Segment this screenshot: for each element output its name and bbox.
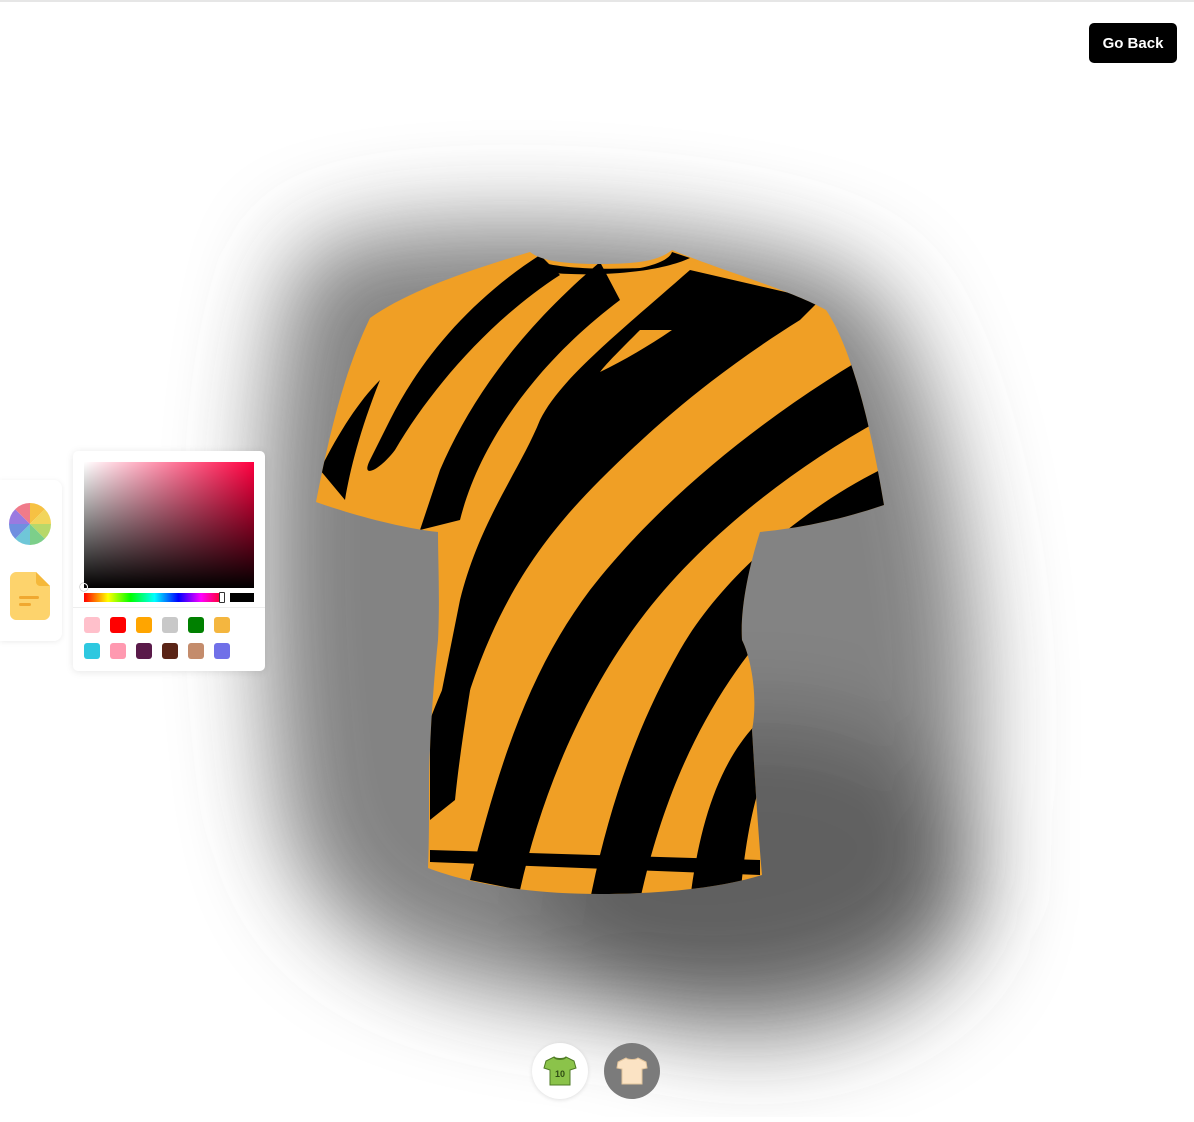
- color-swatch[interactable]: [188, 643, 204, 659]
- color-swatch[interactable]: [136, 643, 152, 659]
- hue-handle[interactable]: [219, 592, 225, 603]
- jersey-10-icon: 10: [543, 1056, 577, 1086]
- color-tool-button[interactable]: [8, 502, 52, 546]
- file-tool-button[interactable]: [10, 572, 50, 620]
- tshirt-model-button[interactable]: [604, 1043, 660, 1099]
- jersey-number: 10: [555, 1069, 565, 1079]
- side-toolbar: [0, 480, 62, 641]
- color-swatch[interactable]: [110, 643, 126, 659]
- color-swatch[interactable]: [84, 617, 100, 633]
- tshirt-icon: [616, 1057, 648, 1085]
- jersey-model-button[interactable]: 10: [532, 1043, 588, 1099]
- color-swatch[interactable]: [214, 643, 230, 659]
- color-swatch[interactable]: [214, 617, 230, 633]
- go-back-button[interactable]: Go Back: [1089, 23, 1177, 63]
- color-swatch[interactable]: [162, 617, 178, 633]
- color-swatch[interactable]: [188, 617, 204, 633]
- saturation-handle[interactable]: [80, 583, 88, 591]
- selected-color-preview: [230, 593, 254, 602]
- color-wheel-icon: [9, 503, 51, 545]
- color-swatch[interactable]: [110, 617, 126, 633]
- color-swatch[interactable]: [162, 643, 178, 659]
- color-swatch[interactable]: [136, 617, 152, 633]
- file-icon: [10, 572, 50, 620]
- picker-divider: [73, 607, 265, 608]
- saturation-area[interactable]: [80, 462, 254, 591]
- color-picker: [73, 451, 265, 671]
- swatch-grid: [84, 617, 254, 659]
- color-swatch[interactable]: [84, 643, 100, 659]
- hue-slider[interactable]: [84, 592, 225, 603]
